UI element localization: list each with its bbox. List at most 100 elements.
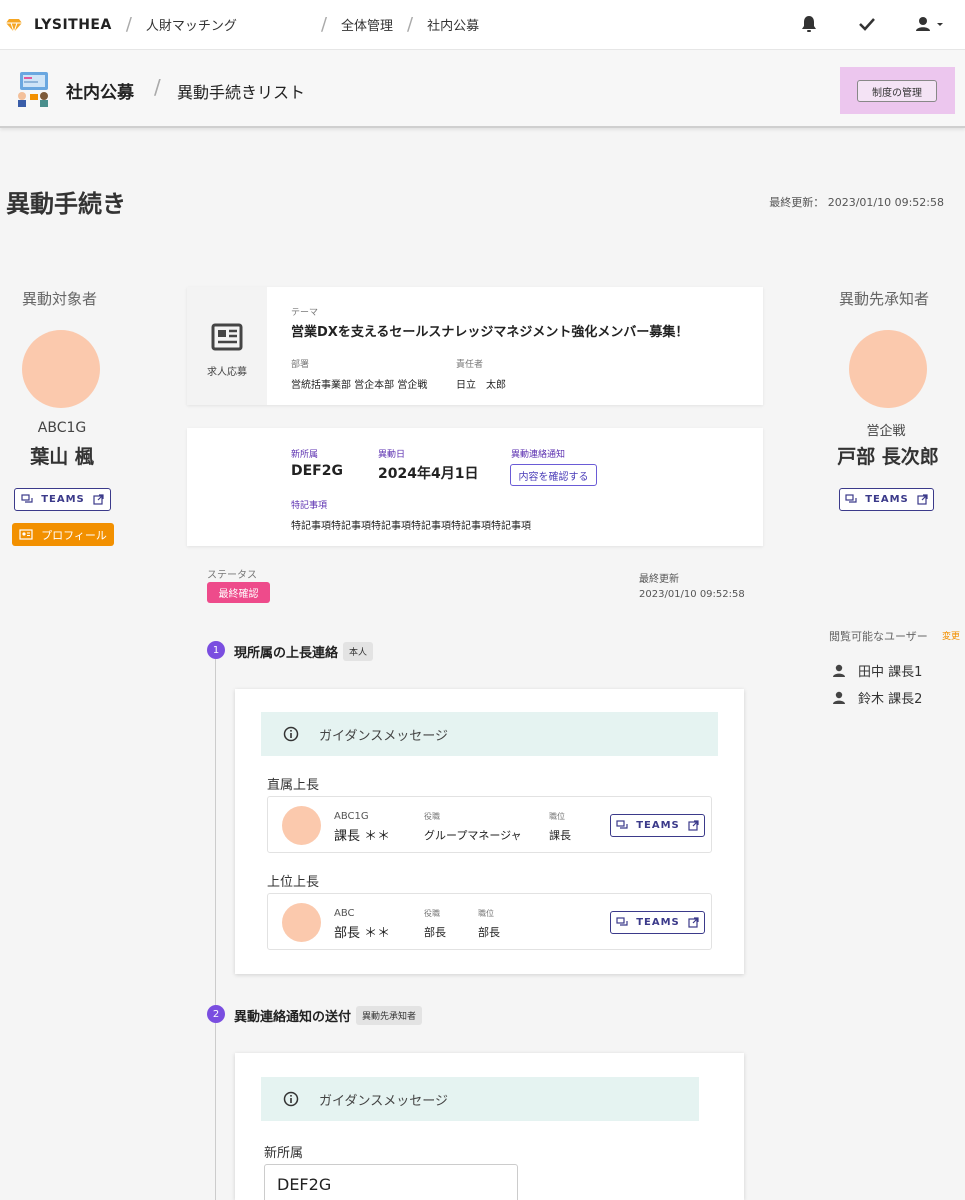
transfer-date-label: 異動日 (378, 450, 406, 460)
avatar (282, 903, 321, 942)
notes-label: 特記事項 (291, 501, 328, 511)
nav-separator: / (125, 14, 132, 35)
approver-title: 異動先承知者 (839, 290, 930, 308)
brand-name: LYSITHEA (34, 16, 112, 33)
chat-icon (845, 494, 857, 503)
rank-value: 部長 (478, 926, 500, 939)
upper-supervisor-row: ABC 部長 ＊＊ 役職 部長 職位 部長 TEAMS (267, 893, 712, 950)
external-link-icon (93, 494, 104, 505)
status-updated-value: 2023/01/10 09:52:58 (639, 589, 745, 600)
change-viewers-link[interactable]: 変更 (942, 629, 960, 642)
rank-label: 職位 (549, 812, 565, 821)
step2-tag: 異動先承知者 (356, 1006, 423, 1025)
top-nav: LYSITHEA / 人財マッチング / 全体管理 / 社内公募 (0, 0, 965, 50)
chat-icon (21, 494, 33, 503)
header-separator: / (154, 75, 161, 99)
step2-title: 異動連絡通知の送付 (234, 1010, 352, 1025)
check-icon[interactable] (857, 14, 877, 34)
role-label: 役職 (424, 812, 440, 821)
page-header-title: 社内公募 (66, 83, 134, 103)
profile-button[interactable]: プロフィール (12, 523, 114, 546)
new-dept-input[interactable]: DEF2G (264, 1164, 518, 1200)
last-updated: 最終更新： 2023/01/10 09:52:58 (769, 196, 944, 209)
avatar (849, 330, 927, 408)
viewer-name: 鈴木 課長2 (858, 692, 923, 707)
step-number: 2 (207, 1005, 225, 1023)
brand[interactable]: LYSITHEA (6, 17, 112, 33)
avatar (282, 806, 321, 845)
nav-crumb-overall[interactable]: 全体管理 (341, 15, 393, 34)
notes-value: 特記事項特記事項特記事項特記事項特記事項特記事項 (291, 521, 531, 532)
status-label: ステータス (207, 570, 257, 581)
job-card: 求人応募 テーマ 営業DXを支えるセールスナレッジマネジメント強化メンバー募集！… (187, 287, 763, 405)
chat-icon (616, 917, 628, 926)
nav-app-link[interactable]: 人財マッチング (146, 15, 237, 34)
manage-system-button[interactable]: 制度の管理 (857, 80, 937, 102)
person-icon (833, 664, 845, 677)
mgmt-highlight: 制度の管理 (840, 67, 955, 114)
newspaper-icon (211, 323, 243, 351)
page-title: 異動手続き (6, 190, 126, 218)
target-org: ABC1G (37, 420, 87, 436)
timeline-line (215, 658, 216, 1200)
rank-value: 課長 (549, 829, 571, 842)
teams-button[interactable]: TEAMS (14, 488, 111, 511)
role-value: グループマネージャ (424, 829, 522, 842)
role-label: 役職 (424, 909, 440, 918)
external-link-icon (688, 917, 699, 928)
dept-value: 営統括事業部 営企本部 営企戦 (291, 380, 428, 391)
info-icon (283, 1091, 299, 1107)
theme-label: テーマ (291, 308, 319, 318)
confirm-content-button[interactable]: 内容を確認する (510, 464, 597, 486)
user-menu-icon[interactable] (915, 14, 947, 34)
teams-button[interactable]: TEAMS (610, 814, 705, 837)
page-header: 社内公募 / 異動手続きリスト (0, 50, 965, 128)
status-updated-label: 最終更新 (639, 574, 679, 585)
job-type-label: 求人応募 (207, 367, 247, 378)
bell-icon[interactable] (799, 14, 819, 34)
step1-tag: 本人 (343, 642, 374, 661)
person-icon (833, 691, 845, 704)
dept-label: 部署 (291, 360, 310, 370)
new-dept-field-label: 新所属 (264, 1146, 304, 1161)
teams-label: TEAMS (636, 917, 680, 928)
teams-label: TEAMS (41, 494, 85, 505)
approver-name: 戸部 長次郎 (837, 446, 939, 468)
viewers-title: 閲覧可能なユーザー (829, 630, 928, 643)
direct-supervisor-row: ABC1G 課長 ＊＊ 役職 グループマネージャ 職位 課長 TEAMS (267, 796, 712, 853)
profile-label: プロフィール (41, 528, 107, 542)
teams-label: TEAMS (865, 494, 909, 505)
page-header-subtitle[interactable]: 異動手続きリスト (177, 79, 305, 103)
job-theme[interactable]: 営業DXを支えるセールスナレッジマネジメント強化メンバー募集！ (291, 321, 688, 340)
step-number: 1 (207, 641, 225, 659)
person-org: ABC (334, 908, 355, 919)
direct-supervisor-label: 直属上長 (267, 778, 320, 793)
chat-icon (616, 820, 628, 829)
approver-teams-button[interactable]: TEAMS (839, 488, 934, 511)
guidance-text: ガイダンスメッセージ (319, 728, 448, 744)
owner-label: 責任者 (456, 360, 484, 370)
guidance-box: ガイダンスメッセージ (261, 1077, 699, 1121)
target-name: 葉山 楓 (30, 446, 94, 468)
step1-title: 現所属の上長連絡 (234, 646, 339, 661)
teams-button[interactable]: TEAMS (610, 911, 705, 934)
transfer-date-value: 2024年4月1日 (378, 466, 479, 482)
viewer-item: 田中 課長1 (832, 661, 922, 680)
guidance-box: ガイダンスメッセージ (261, 712, 718, 756)
upper-supervisor-label: 上位上長 (267, 875, 320, 890)
person-org: ABC1G (334, 811, 369, 822)
nav-crumb-recruit[interactable]: 社内公募 (427, 15, 479, 34)
transfer-target-title: 異動対象者 (22, 290, 98, 308)
teams-label: TEAMS (636, 820, 680, 831)
job-type-panel: 求人応募 (187, 287, 267, 405)
status-badge: 最終確認 (207, 582, 270, 603)
viewer-item: 鈴木 課長2 (832, 688, 922, 707)
new-dept-value: DEF2G (291, 463, 343, 479)
nav-separator: / (320, 14, 328, 35)
notice-label: 異動連絡通知 (511, 450, 566, 460)
person-name: 部長 ＊＊ (334, 926, 391, 941)
recruit-illustration-icon (18, 72, 48, 107)
person-name: 課長 ＊＊ (334, 829, 391, 844)
role-value: 部長 (424, 926, 446, 939)
avatar (22, 330, 100, 408)
